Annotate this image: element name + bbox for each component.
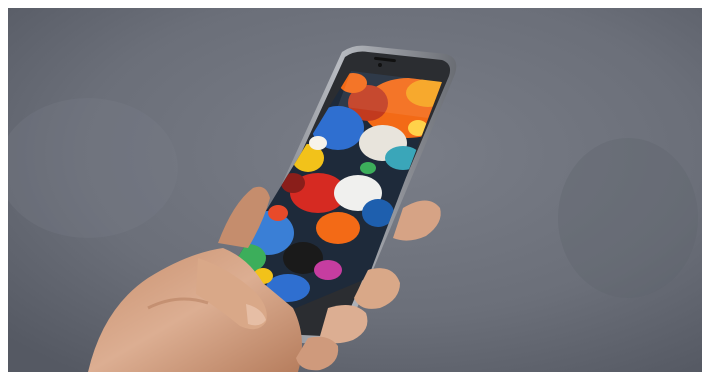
photo bbox=[8, 8, 702, 372]
wall-texture bbox=[558, 138, 698, 298]
